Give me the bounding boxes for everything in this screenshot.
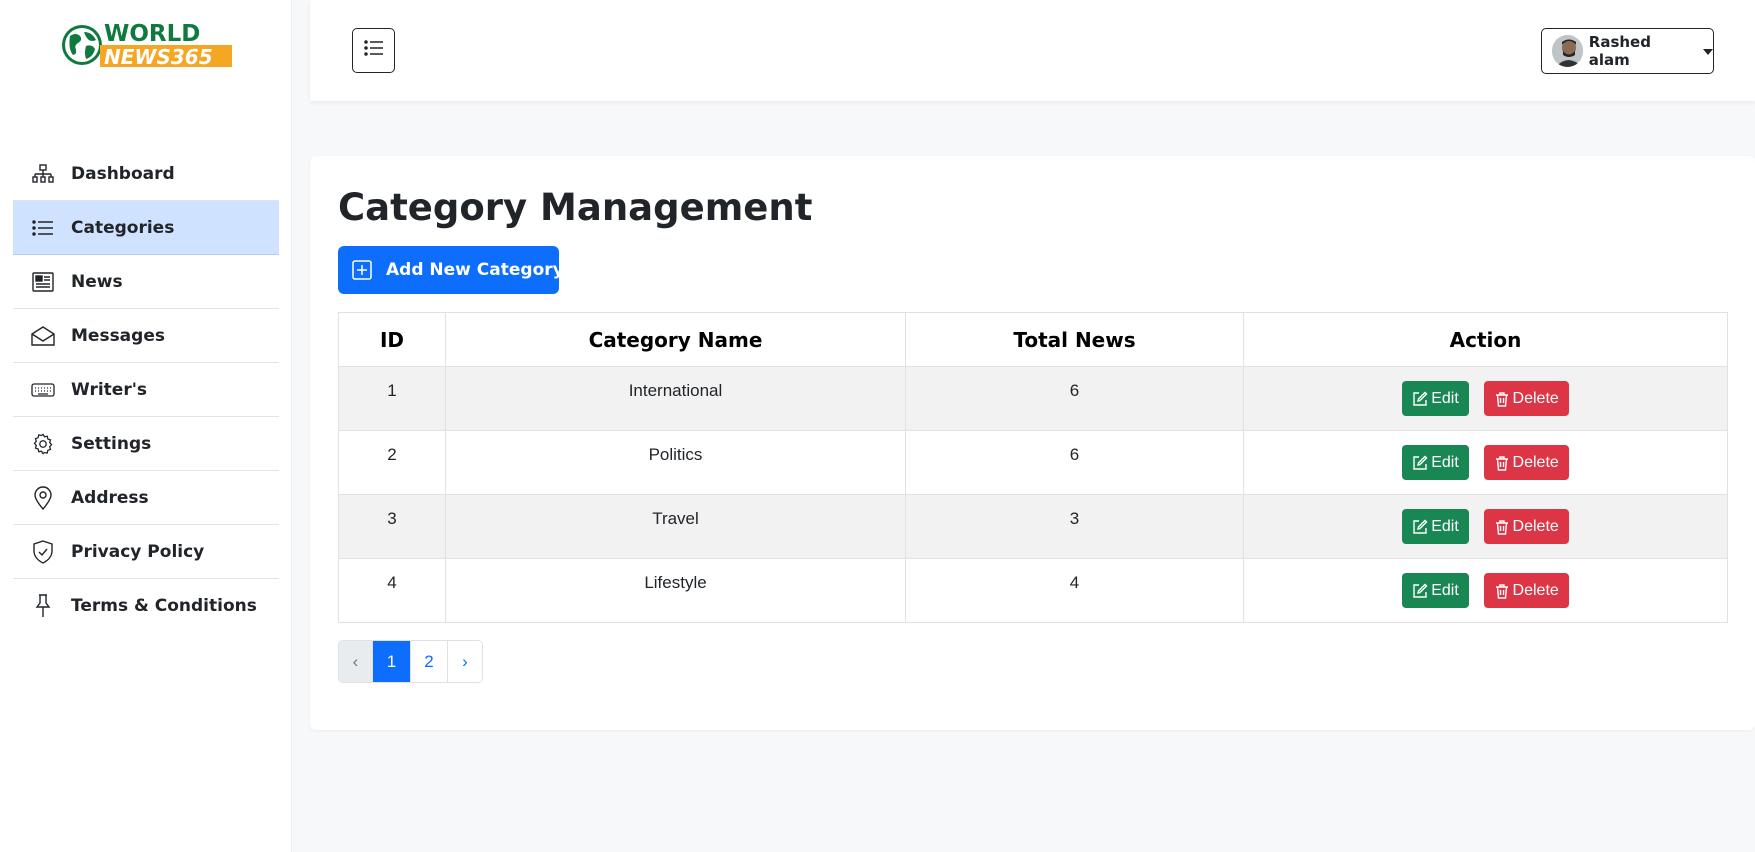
envelope-icon xyxy=(31,324,55,348)
sidebar-item-messages[interactable]: Messages xyxy=(13,309,279,363)
sidebar-item-settings[interactable]: Settings xyxy=(13,417,279,471)
column-header-id: ID xyxy=(338,312,446,367)
sidebar-item-terms[interactable]: Terms & Conditions xyxy=(13,579,279,633)
delete-label: Delete xyxy=(1512,517,1559,535)
pencil-square-icon xyxy=(1412,519,1428,535)
column-header-action: Action xyxy=(1243,312,1728,367)
delete-button[interactable]: Delete xyxy=(1483,381,1569,416)
delete-button[interactable]: Delete xyxy=(1483,573,1569,608)
sidebar-item-dashboard[interactable]: Dashboard xyxy=(13,147,279,201)
delete-button[interactable]: Delete xyxy=(1483,445,1569,480)
menu-toggle-button[interactable] xyxy=(352,28,395,73)
sidebar-item-privacy-policy[interactable]: Privacy Policy xyxy=(13,525,279,579)
edit-button[interactable]: Edit xyxy=(1402,509,1469,544)
cell-total-news: 4 xyxy=(905,558,1244,623)
plus-square-icon xyxy=(352,260,372,280)
trash-icon xyxy=(1494,455,1510,471)
delete-label: Delete xyxy=(1512,453,1559,471)
page-title: Category Management xyxy=(338,186,813,229)
trash-icon xyxy=(1494,583,1510,599)
delete-label: Delete xyxy=(1512,581,1559,599)
diagram-icon xyxy=(31,162,55,186)
table-row: 1 International 6 Edit Delete xyxy=(338,366,1728,431)
cell-total-news: 3 xyxy=(905,494,1244,559)
newspaper-icon xyxy=(31,270,55,294)
sidebar-nav: Dashboard Categories News Messages Write… xyxy=(13,147,279,633)
table-row: 3 Travel 3 Edit Delete xyxy=(338,494,1728,559)
map-pin-icon xyxy=(31,485,55,510)
cell-actions: Edit Delete xyxy=(1243,558,1728,623)
cell-actions: Edit Delete xyxy=(1243,494,1728,559)
user-name: Rashed alam xyxy=(1588,33,1651,69)
cell-category-name: Politics xyxy=(445,430,906,495)
pencil-square-icon xyxy=(1412,391,1428,407)
sidebar-item-label: Writer's xyxy=(71,379,148,400)
add-category-label: Add New Category xyxy=(386,260,564,280)
top-header: Rashed alam xyxy=(310,0,1755,101)
category-management-card: Category Management Add New Category ID … xyxy=(310,156,1755,730)
sidebar-item-label: Settings xyxy=(71,433,152,454)
brand-logo[interactable]: WORLD NEWS365 xyxy=(60,18,234,72)
sidebar-item-label: Address xyxy=(71,487,149,508)
cell-category-name: Travel xyxy=(445,494,906,559)
edit-label: Edit xyxy=(1431,453,1459,471)
sidebar-item-address[interactable]: Address xyxy=(13,471,279,525)
edit-button[interactable]: Edit xyxy=(1402,381,1469,416)
sidebar: WORLD NEWS365 Dashboard Categories News … xyxy=(0,0,292,852)
keyboard-icon xyxy=(31,378,55,402)
pagination-next[interactable]: › xyxy=(448,641,482,682)
cell-id: 2 xyxy=(338,430,446,495)
column-header-category-name: Category Name xyxy=(445,312,906,367)
add-category-button[interactable]: Add New Category xyxy=(338,246,564,294)
cell-total-news: 6 xyxy=(905,430,1244,495)
pagination: ‹ 1 2 › xyxy=(338,640,483,683)
edit-button[interactable]: Edit xyxy=(1402,573,1469,608)
pagination-page-2[interactable]: 2 xyxy=(411,641,448,682)
caret-down-icon xyxy=(1703,42,1713,60)
sidebar-item-label: Privacy Policy xyxy=(71,541,205,562)
cell-total-news: 6 xyxy=(905,366,1244,431)
cell-id: 3 xyxy=(338,494,446,559)
table-row: 4 Lifestyle 4 Edit Delete xyxy=(338,558,1728,623)
delete-label: Delete xyxy=(1512,389,1559,407)
sidebar-item-label: Dashboard xyxy=(71,163,175,184)
cell-category-name: Lifestyle xyxy=(445,558,906,623)
cell-actions: Edit Delete xyxy=(1243,366,1728,431)
edit-label: Edit xyxy=(1431,517,1459,535)
category-table: ID Category Name Total News Action 1 Int… xyxy=(338,312,1728,623)
shield-check-icon xyxy=(31,539,55,564)
avatar xyxy=(1552,35,1583,67)
table-row: 2 Politics 6 Edit Delete xyxy=(338,430,1728,495)
edit-label: Edit xyxy=(1431,389,1459,407)
sidebar-item-label: Messages xyxy=(71,325,165,346)
cell-category-name: International xyxy=(445,366,906,431)
sidebar-item-label: Terms & Conditions xyxy=(71,596,257,616)
pagination-prev[interactable]: ‹ xyxy=(339,641,373,682)
column-header-total-news: Total News xyxy=(905,312,1244,367)
delete-button[interactable]: Delete xyxy=(1483,509,1569,544)
trash-icon xyxy=(1494,519,1510,535)
sidebar-item-categories[interactable]: Categories xyxy=(13,201,279,255)
sidebar-item-writers[interactable]: Writer's xyxy=(13,363,279,417)
pin-icon xyxy=(31,594,55,618)
gear-icon xyxy=(31,432,55,456)
user-menu-dropdown[interactable]: Rashed alam xyxy=(1541,28,1714,74)
cell-id: 4 xyxy=(338,558,446,623)
sidebar-item-label: News xyxy=(71,271,123,292)
trash-icon xyxy=(1494,391,1510,407)
edit-button[interactable]: Edit xyxy=(1402,445,1469,480)
pencil-square-icon xyxy=(1412,583,1428,599)
list-icon xyxy=(31,216,55,240)
pencil-square-icon xyxy=(1412,455,1428,471)
list-icon xyxy=(363,40,384,61)
edit-label: Edit xyxy=(1431,581,1459,599)
sidebar-item-label: Categories xyxy=(71,217,175,238)
cell-actions: Edit Delete xyxy=(1243,430,1728,495)
pagination-page-1[interactable]: 1 xyxy=(373,641,411,682)
logo-text-news: NEWS365 xyxy=(104,45,213,69)
table-header-row: ID Category Name Total News Action xyxy=(338,312,1728,367)
logo-text-world: WORLD xyxy=(104,21,200,47)
sidebar-item-news[interactable]: News xyxy=(13,255,279,309)
cell-id: 1 xyxy=(338,366,446,431)
